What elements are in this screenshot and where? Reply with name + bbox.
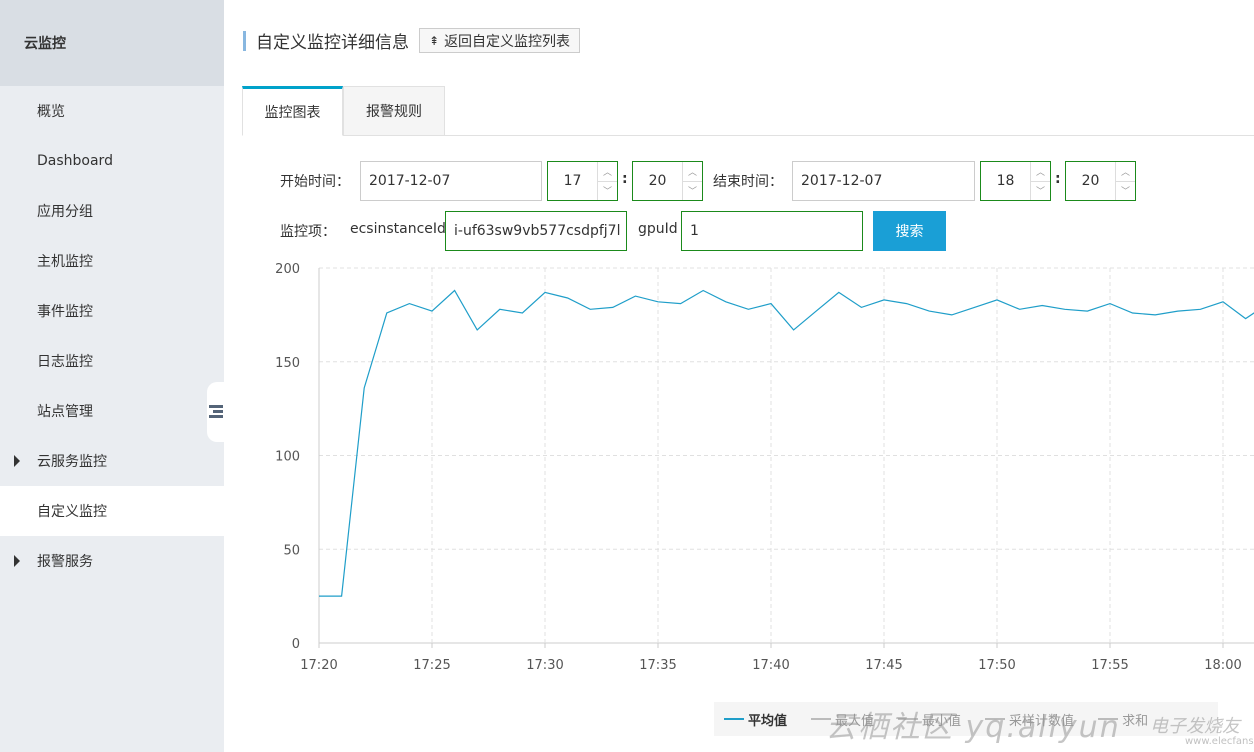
legend-swatch: [985, 718, 1006, 720]
legend-label: 最大值: [835, 713, 875, 729]
legend-swatch: [1098, 718, 1119, 720]
chart-series: [319, 289, 1254, 597]
chart-grid: [318, 267, 1254, 648]
legend-item-1[interactable]: 最大值: [811, 710, 874, 729]
legend-swatch: [811, 718, 832, 720]
legend-item-0[interactable]: 平均值: [724, 710, 787, 729]
legend-label: 平均值: [748, 713, 788, 729]
x-tick-label: 17:20: [300, 658, 337, 673]
legend-item-4[interactable]: 求和: [1098, 710, 1148, 729]
x-tick-label: 17:45: [865, 658, 902, 673]
y-tick-label: 200: [275, 262, 300, 277]
legend-label: 最小值: [922, 713, 962, 729]
y-tick-label: 150: [275, 356, 300, 371]
x-tick-label: 17:50: [978, 658, 1015, 673]
legend-swatch: [898, 718, 919, 720]
x-tick-label: 17:25: [413, 658, 450, 673]
legend-item-2[interactable]: 最小值: [898, 710, 961, 729]
chart-x-ticks: 17:20 17:25 17:30 17:35 17:40 17:45 17:50 17:55…: [300, 658, 1241, 673]
monitor-chart: 050100150200 17:20 17:25 17:30 17:35 17:40 17…: [275, 262, 1254, 673]
y-tick-label: 100: [275, 450, 300, 465]
series-line-0: [319, 289, 1254, 597]
legend-label: 采样计数值: [1009, 713, 1075, 729]
legend-swatch: [724, 718, 744, 720]
x-tick-label: 17:55: [1091, 658, 1128, 673]
chart-legend: 平均值 最大值 最小值 采样计数值 求和: [714, 702, 1218, 736]
x-tick-label: 18:00: [1204, 658, 1241, 673]
x-tick-label: 17:30: [526, 658, 563, 673]
chart-y-ticks: 0 50 100 150 200: [275, 262, 300, 652]
x-tick-label: 17:35: [639, 658, 676, 673]
legend-item-3[interactable]: 采样计数值: [985, 710, 1074, 729]
y-tick-label: 0: [292, 637, 300, 652]
legend-label: 求和: [1122, 713, 1149, 729]
x-tick-label: 17:40: [752, 658, 789, 673]
y-tick-label: 50: [283, 543, 300, 558]
